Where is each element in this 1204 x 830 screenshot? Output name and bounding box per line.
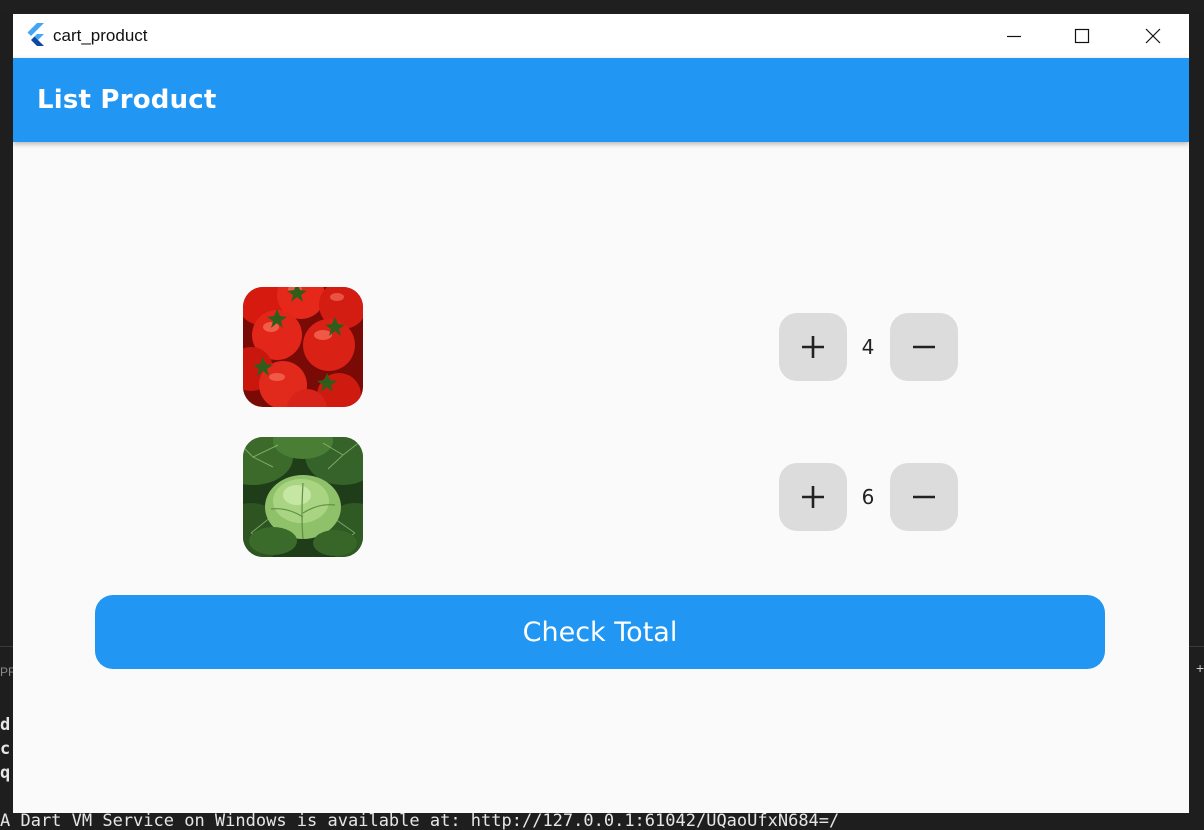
close-button[interactable] xyxy=(1130,14,1176,58)
page-title: List Product xyxy=(37,85,217,115)
minimize-button[interactable] xyxy=(991,14,1037,58)
decrement-button[interactable] xyxy=(890,463,958,531)
terminal-panel-divider xyxy=(0,646,13,647)
decrement-button[interactable] xyxy=(890,313,958,381)
increment-button[interactable] xyxy=(779,313,847,381)
terminal-add-fragment[interactable]: + xyxy=(1196,660,1204,676)
terminal-line-char: q xyxy=(0,763,11,783)
app-bar: List Product xyxy=(13,58,1189,142)
terminal-line-char: d xyxy=(0,715,11,735)
flutter-logo-icon xyxy=(27,23,44,46)
plus-icon xyxy=(802,486,824,508)
increment-button[interactable] xyxy=(779,463,847,531)
terminal-top-edge xyxy=(0,0,1204,14)
minus-icon xyxy=(913,345,935,349)
terminal-line-char: c xyxy=(0,739,11,759)
maximize-icon xyxy=(1074,28,1090,44)
app-window: cart_product List Product 4 6 Check Tota… xyxy=(13,14,1189,813)
maximize-button[interactable] xyxy=(1059,14,1105,58)
plus-icon xyxy=(802,336,824,358)
check-total-button[interactable]: Check Total xyxy=(95,595,1105,669)
minimize-icon xyxy=(1007,35,1021,38)
terminal-tab-fragment[interactable]: PF xyxy=(0,665,13,679)
close-icon xyxy=(1145,28,1161,44)
tomato-image xyxy=(243,287,363,407)
cabbage-image xyxy=(243,437,363,557)
terminal-left-strip xyxy=(0,14,13,830)
minus-icon xyxy=(913,495,935,499)
title-bar[interactable]: cart_product xyxy=(13,14,1189,58)
quantity-value: 4 xyxy=(861,335,875,359)
quantity-value: 6 xyxy=(861,485,875,509)
window-title: cart_product xyxy=(53,26,148,45)
terminal-output-line: A Dart VM Service on Windows is availabl… xyxy=(0,813,840,830)
terminal-panel-divider-right xyxy=(1189,646,1204,647)
